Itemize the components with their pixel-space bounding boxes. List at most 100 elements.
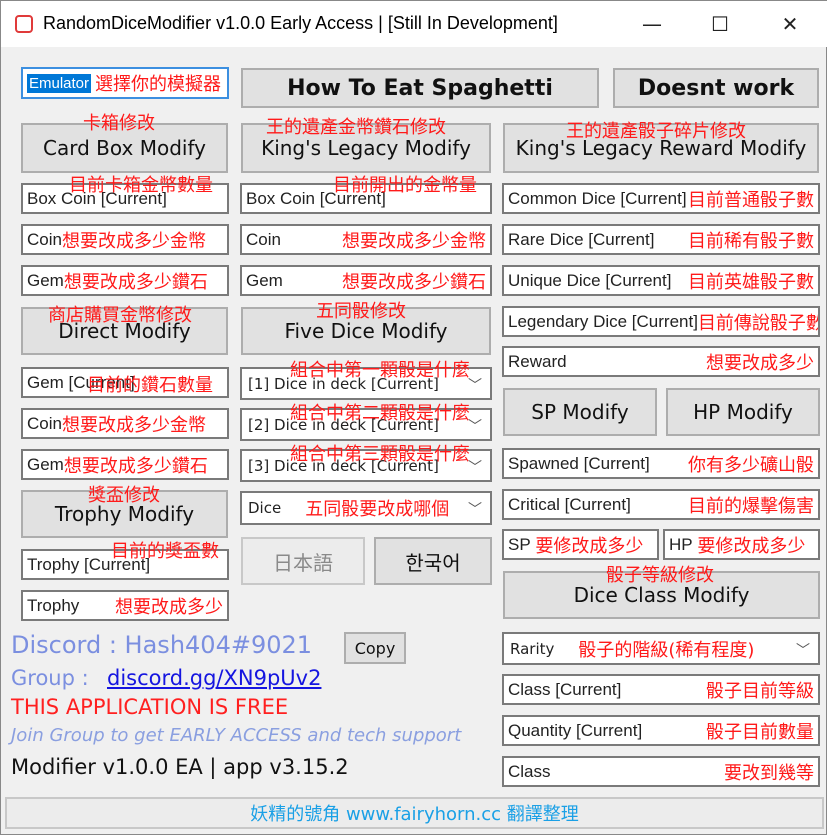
card-box-note: 卡箱修改 bbox=[83, 113, 155, 134]
field-label: Gem bbox=[27, 270, 64, 290]
field-label: Spawned [Current] bbox=[508, 453, 650, 473]
field-note: 要改到幾等 bbox=[724, 762, 814, 784]
gem-field[interactable]: Gem 想要改成多少鑽石 bbox=[21, 265, 229, 296]
kl-gem-field[interactable]: Gem 想要改成多少鑽石 bbox=[240, 265, 492, 296]
app-icon bbox=[15, 15, 33, 33]
chevron-down-icon: ﹀ bbox=[468, 460, 482, 476]
doesnt-work-button[interactable]: Doesnt work bbox=[613, 68, 819, 108]
field-label: SP bbox=[508, 534, 531, 554]
kings-legacy-note: 王的遺產金幣鑽石修改 bbox=[266, 117, 446, 138]
common-dice-field[interactable]: Common Dice [Current] 目前普通骰子數 bbox=[502, 183, 820, 214]
quantity-current-field[interactable]: Quantity [Current] 骰子目前數量 bbox=[502, 715, 820, 746]
field-note: 骰子目前等級 bbox=[706, 680, 814, 702]
field-note: 想要改成多少金幣 bbox=[61, 230, 206, 252]
hp-modify-button[interactable]: HP Modify bbox=[666, 388, 820, 436]
field-label: Class bbox=[508, 761, 551, 781]
dropdown-note: 骰子的階級(稀有程度) bbox=[578, 639, 755, 661]
free-notice: THIS APPLICATION IS FREE bbox=[11, 695, 289, 719]
field-label: Reward bbox=[508, 351, 567, 371]
field-label: Critical [Current] bbox=[508, 494, 631, 514]
field-label: HP bbox=[669, 534, 693, 554]
box-coin-mid-note: 目前開出的金幣量 bbox=[333, 175, 477, 196]
field-note: 要修改成多少 bbox=[697, 535, 806, 557]
maximize-button[interactable]: ☐ bbox=[697, 1, 743, 47]
field-note: 想要改成多少 bbox=[706, 352, 814, 374]
field-label: Common Dice [Current] bbox=[508, 188, 687, 208]
minimize-button[interactable]: — bbox=[629, 1, 675, 47]
sp-modify-button[interactable]: SP Modify bbox=[503, 388, 657, 436]
kings-reward-note: 王的遺產骰子碎片修改 bbox=[566, 121, 746, 142]
field-note: 骰子目前數量 bbox=[706, 721, 814, 743]
reward-field[interactable]: Reward 想要改成多少 bbox=[502, 346, 820, 377]
field-label: Unique Dice [Current] bbox=[508, 270, 672, 290]
field-note: 目前普通骰子數 bbox=[688, 189, 814, 211]
japanese-button[interactable]: 日本語 bbox=[241, 537, 365, 585]
sp-field[interactable]: SP 要修改成多少 bbox=[502, 529, 659, 560]
emulator-note: 選擇你的模擬器 bbox=[95, 74, 222, 95]
field-label: Trophy bbox=[27, 595, 80, 615]
field-note: 你有多少礦山骰 bbox=[688, 454, 814, 476]
group-link[interactable]: discord.gg/XN9pUv2 bbox=[107, 666, 321, 690]
class-current-field[interactable]: Class [Current] 骰子目前等級 bbox=[502, 674, 820, 705]
field-label: Rare Dice [Current] bbox=[508, 229, 655, 249]
rarity-dropdown[interactable]: Rarity 骰子的階級(稀有程度) ﹀ bbox=[502, 632, 820, 665]
spaghetti-button[interactable]: How To Eat Spaghetti bbox=[241, 68, 599, 108]
field-note: 目前的爆擊傷害 bbox=[688, 495, 814, 517]
window-title: RandomDiceModifier v1.0.0 Early Access |… bbox=[43, 13, 558, 33]
gem-current-note: 目前的鑽石數量 bbox=[87, 375, 213, 396]
field-note: 要修改成多少 bbox=[535, 535, 644, 557]
emulator-value: Emulator bbox=[27, 73, 92, 93]
dice3-note: 組合中第三顆骰是什麼 bbox=[290, 444, 470, 465]
field-note: 想要改成多少金幣 bbox=[342, 230, 486, 252]
hp-field[interactable]: HP 要修改成多少 bbox=[663, 529, 820, 560]
chevron-down-icon: ﹀ bbox=[468, 419, 482, 435]
field-label: Coin bbox=[246, 229, 281, 249]
copy-button[interactable]: Copy bbox=[344, 632, 406, 664]
dropdown-value: Dice bbox=[248, 499, 282, 517]
discord-text: Discord : Hash404#9021 bbox=[11, 631, 313, 659]
chevron-down-icon: ﹀ bbox=[796, 643, 810, 659]
field-note: 目前英雄骰子數 bbox=[688, 271, 814, 293]
five-dice-select[interactable]: Dice 五同骰要改成哪個 ﹀ bbox=[240, 491, 492, 525]
group-label: Group : bbox=[11, 666, 89, 690]
field-label: Class [Current] bbox=[508, 679, 622, 699]
field-note: 想要改成多少鑽石 bbox=[63, 271, 208, 293]
critical-field[interactable]: Critical [Current] 目前的爆擊傷害 bbox=[502, 489, 820, 520]
field-label: Coin bbox=[27, 413, 62, 433]
dropdown-note: 五同骰要改成哪個 bbox=[305, 499, 450, 520]
dropdown-value: Rarity bbox=[510, 639, 555, 658]
rare-dice-field[interactable]: Rare Dice [Current] 目前稀有骰子數 bbox=[502, 224, 820, 255]
field-note: 想要改成多少鑽石 bbox=[63, 455, 208, 477]
chevron-down-icon: ﹀ bbox=[468, 378, 482, 394]
direct-gem-field[interactable]: Gem 想要改成多少鑽石 bbox=[21, 449, 229, 480]
box-coin-left-note: 目前卡箱金幣數量 bbox=[69, 175, 213, 196]
field-label: Gem bbox=[27, 454, 64, 474]
kl-coin-field[interactable]: Coin 想要改成多少金幣 bbox=[240, 224, 492, 255]
coin-field[interactable]: Coin 想要改成多少金幣 bbox=[21, 224, 229, 255]
field-note: 目前傳說骰子數 bbox=[697, 312, 820, 334]
trophy-field[interactable]: Trophy 想要改成多少 bbox=[21, 590, 229, 621]
status-bar: 妖精的號角 www.fairyhorn.cc 翻譯整理 bbox=[5, 797, 824, 829]
dice1-note: 組合中第一顆骰是什麼 bbox=[290, 360, 470, 381]
version-text: Modifier v1.0.0 EA | app v3.15.2 bbox=[11, 755, 349, 779]
unique-dice-field[interactable]: Unique Dice [Current] 目前英雄骰子數 bbox=[502, 265, 820, 296]
trophy-current-note: 目前的獎盃數 bbox=[111, 541, 219, 562]
field-label: Quantity [Current] bbox=[508, 720, 643, 740]
legendary-dice-field[interactable]: Legendary Dice [Current] 目前傳說骰子數 bbox=[502, 306, 820, 337]
emulator-select[interactable]: Emulator 選擇你的模擬器 bbox=[21, 67, 229, 99]
close-button[interactable]: ✕ bbox=[767, 1, 813, 47]
class-field[interactable]: Class 要改到幾等 bbox=[502, 756, 820, 787]
dice-class-note: 骰子等級修改 bbox=[606, 565, 714, 586]
field-note: 想要改成多少金幣 bbox=[61, 414, 206, 436]
spawned-field[interactable]: Spawned [Current] 你有多少礦山骰 bbox=[502, 448, 820, 479]
chevron-down-icon: ﹀ bbox=[468, 502, 482, 518]
field-note: 目前稀有骰子數 bbox=[688, 230, 814, 252]
direct-coin-field[interactable]: Coin 想要改成多少金幣 bbox=[21, 408, 229, 439]
dice2-note: 組合中第二顆骰是什麼 bbox=[290, 403, 470, 424]
trophy-note: 獎盃修改 bbox=[88, 485, 160, 506]
korean-button[interactable]: 한국어 bbox=[374, 537, 492, 585]
field-label: Gem bbox=[246, 270, 283, 290]
join-text: Join Group to get EARLY ACCESS and tech … bbox=[11, 725, 462, 746]
field-note: 想要改成多少鑽石 bbox=[342, 271, 486, 293]
field-note: 想要改成多少 bbox=[115, 596, 223, 618]
